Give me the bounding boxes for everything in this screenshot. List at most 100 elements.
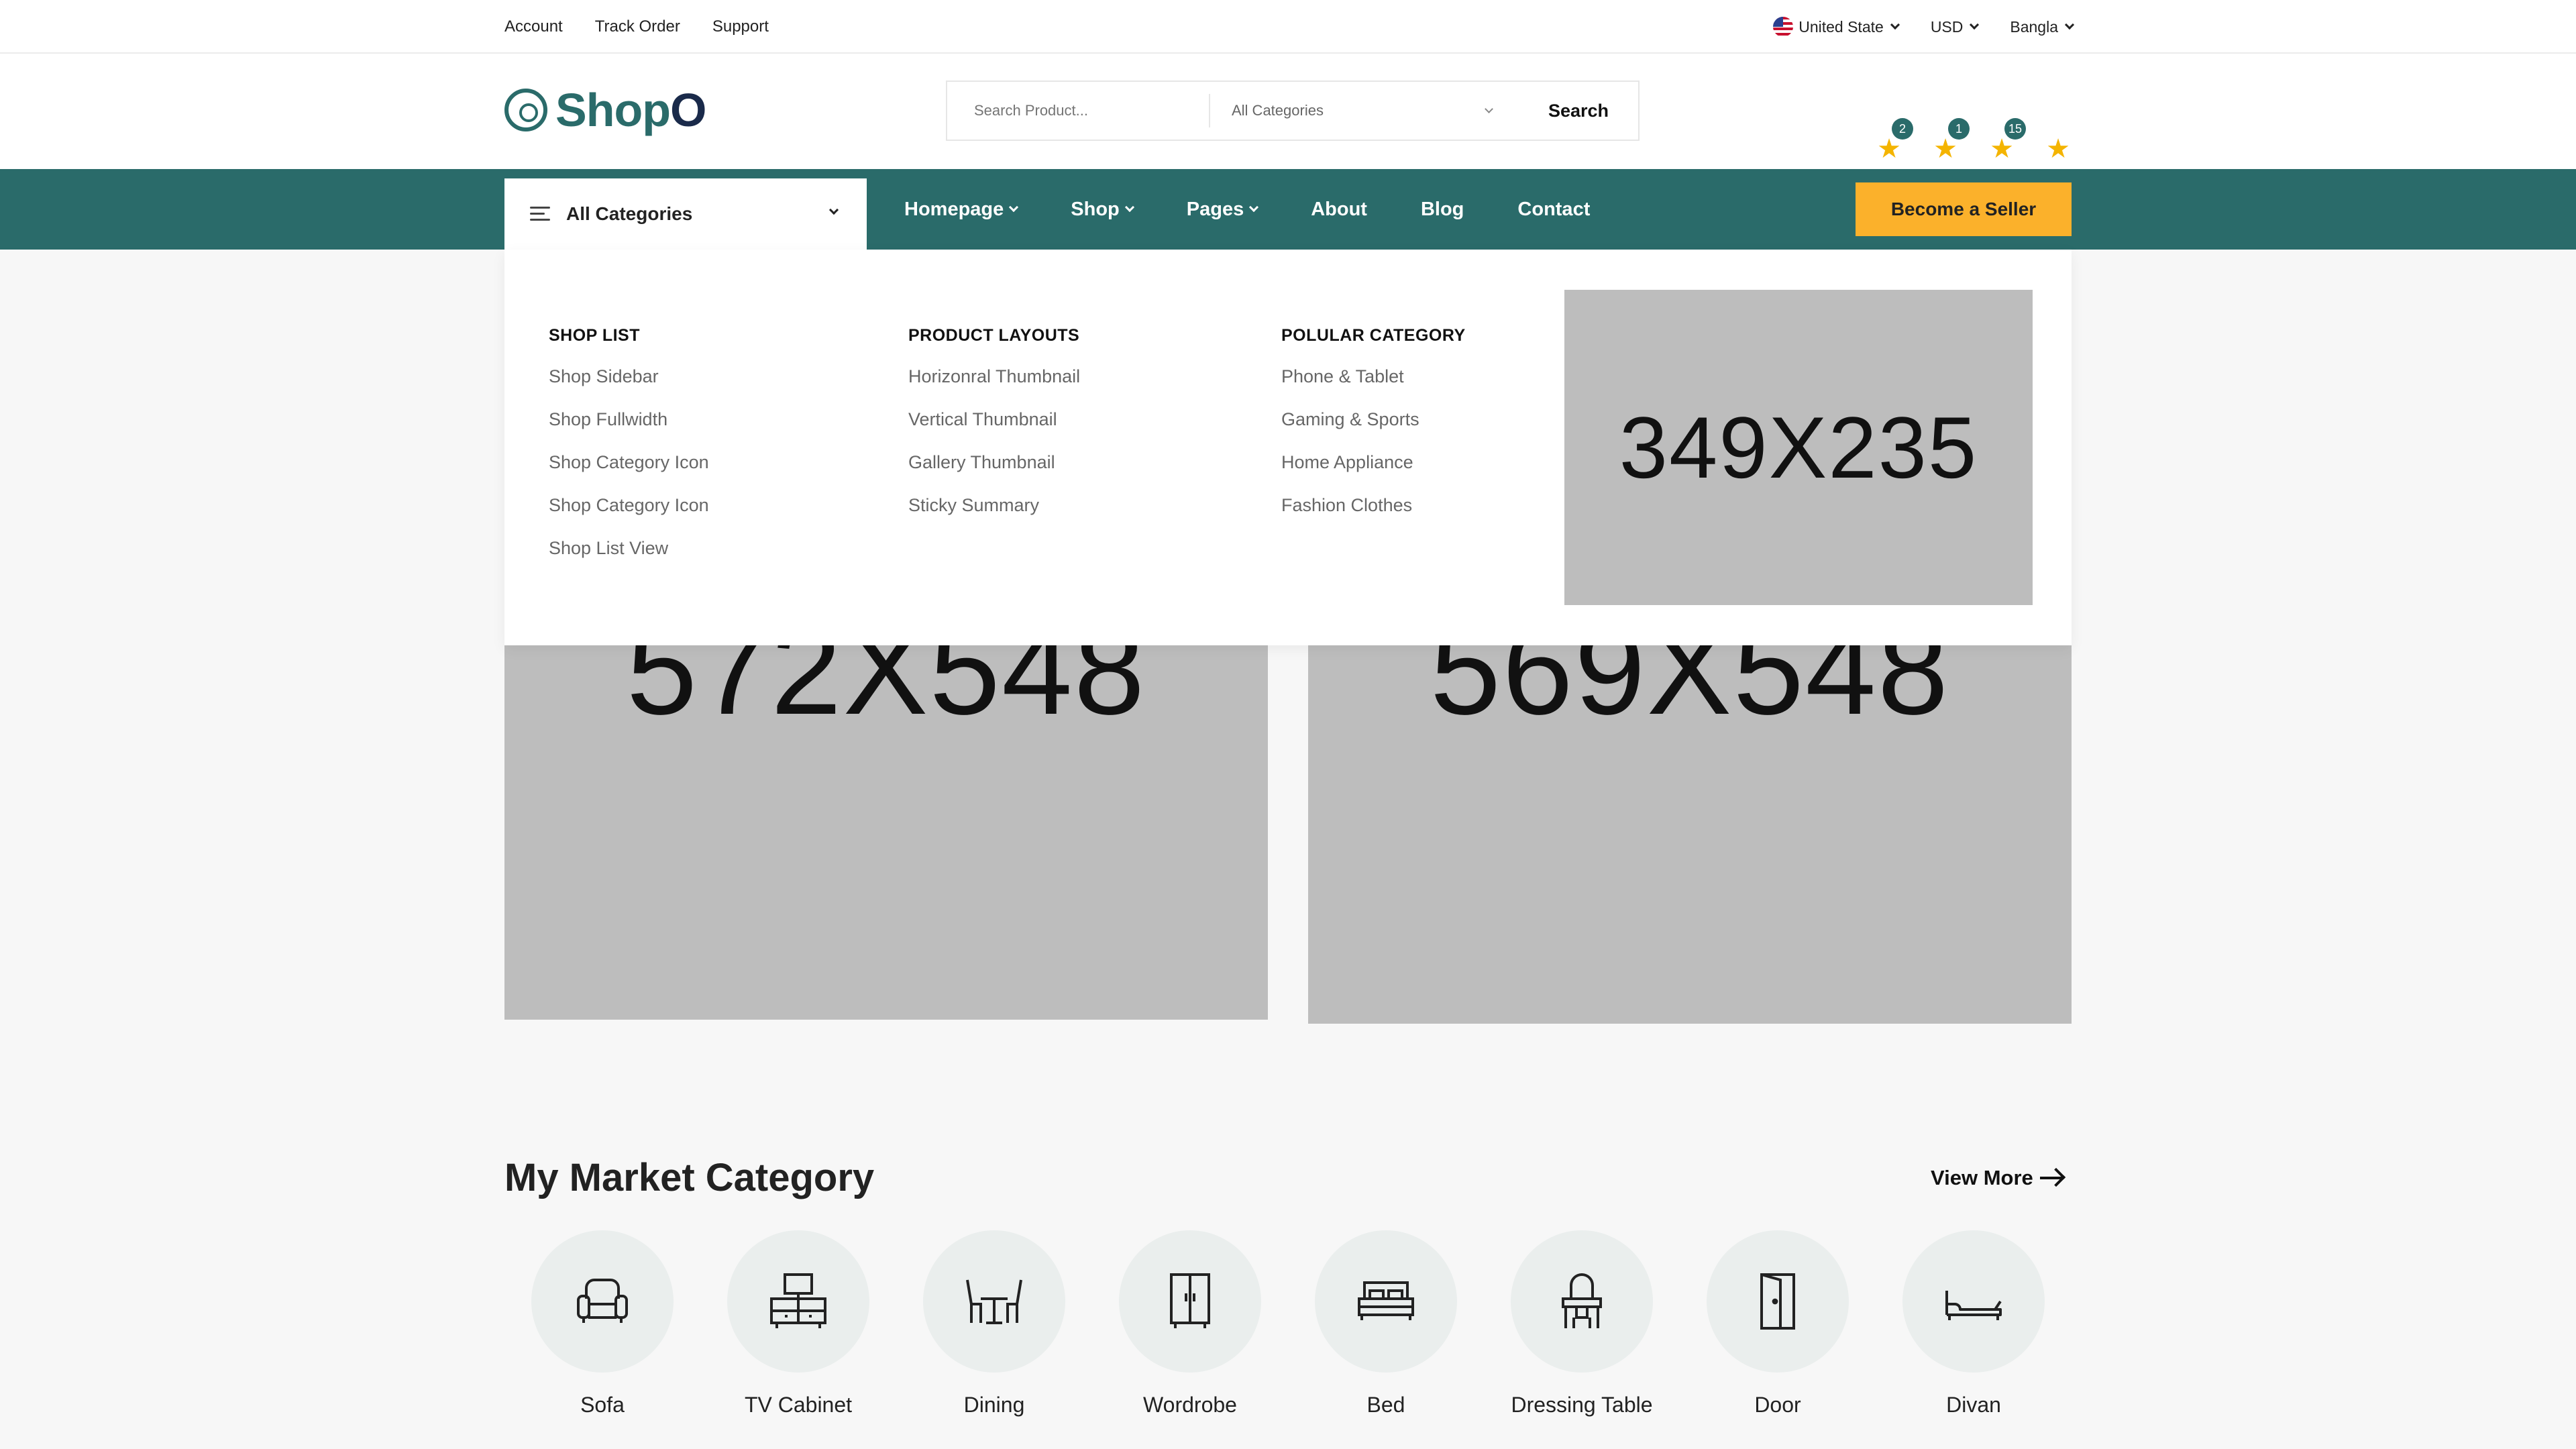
header-icons: ★ 2 ★ 1 ★ 15 ★: [1876, 118, 2072, 162]
chevron-down-icon: [2064, 19, 2075, 30]
category-name: Wordrobe: [1143, 1393, 1237, 1417]
menu-link[interactable]: Shop Category Icon: [549, 451, 709, 494]
menu-link[interactable]: Gallery Thumbnail: [908, 451, 1080, 494]
nav-item-label: Contact: [1517, 198, 1591, 220]
become-seller-button[interactable]: Become a Seller: [1856, 182, 2072, 236]
search-input[interactable]: [947, 94, 1209, 127]
country-select[interactable]: United State: [1773, 17, 1900, 37]
category-item[interactable]: TV Cabinet: [718, 1230, 879, 1417]
top-bar: Account Track Order Support United State…: [0, 0, 2576, 54]
nav-item-shop[interactable]: Shop: [1071, 198, 1134, 221]
category-item[interactable]: Dining: [914, 1230, 1075, 1417]
chevron-down-icon: [1249, 202, 1259, 213]
top-links: Account Track Order Support: [504, 0, 769, 54]
main-nav: All Categories Homepage Shop Pages About…: [0, 169, 2576, 250]
search-button[interactable]: Search: [1519, 101, 1638, 121]
wardrobe-icon: [1170, 1273, 1210, 1328]
all-categories-label: All Categories: [566, 203, 693, 224]
arrow-right-icon: [2039, 1177, 2063, 1179]
sofa-icon: [577, 1279, 628, 1323]
chevron-down-icon: [1890, 19, 1900, 30]
menu-link[interactable]: Phone & Tablet: [1281, 366, 1466, 409]
tv-cabinet-icon: [770, 1273, 826, 1328]
nav-item-label: Blog: [1420, 198, 1464, 220]
view-more-label: View More: [1931, 1166, 2033, 1189]
column-title: PRODUCT LAYOUTS: [908, 326, 1080, 345]
logo-text: Shop: [555, 84, 671, 136]
menu-link[interactable]: Horizonral Thumbnail: [908, 366, 1080, 409]
nav-item-blog[interactable]: Blog: [1421, 199, 1464, 221]
view-more-link[interactable]: View More: [1931, 1166, 2063, 1190]
logo-mark-icon: [504, 89, 547, 131]
all-categories-button[interactable]: All Categories: [504, 178, 867, 250]
nav-item-homepage[interactable]: Homepage: [904, 198, 1019, 221]
locale-selectors: United State USD Bangla: [1773, 0, 2075, 54]
chevron-down-icon: [828, 205, 839, 215]
category-circle: [923, 1230, 1065, 1373]
category-name: Bed: [1366, 1393, 1405, 1417]
category-name: Sofa: [580, 1393, 625, 1417]
category-circle: [1119, 1230, 1261, 1373]
language-select[interactable]: Bangla: [2010, 17, 2075, 36]
chevron-down-icon: [1009, 202, 1019, 213]
menu-link[interactable]: Home Appliance: [1281, 451, 1466, 494]
support-link[interactable]: Support: [712, 17, 769, 36]
mega-menu-banner[interactable]: 349X235: [1564, 290, 2033, 605]
menu-link[interactable]: Shop Fullwidth: [549, 409, 709, 451]
column-title: POLULAR CATEGORY: [1281, 326, 1466, 345]
dining-icon: [966, 1279, 1022, 1324]
star-icon[interactable]: ★ 15: [1988, 118, 2026, 162]
nav-item-contact[interactable]: Contact: [1517, 199, 1590, 221]
nav-item-label: About: [1311, 198, 1367, 220]
menu-link[interactable]: Shop List View: [549, 537, 709, 580]
search-category-select[interactable]: All Categories: [1210, 102, 1519, 119]
category-circle: [1707, 1230, 1849, 1373]
menu-link[interactable]: Gaming & Sports: [1281, 409, 1466, 451]
section-title: My Market Category: [504, 1156, 875, 1199]
menu-link[interactable]: Sticky Summary: [908, 494, 1080, 537]
category-name: TV Cabinet: [744, 1393, 853, 1417]
category-item[interactable]: Sofa: [522, 1230, 683, 1417]
search-bar: All Categories Search: [946, 80, 1640, 141]
category-item[interactable]: Divan: [1893, 1230, 2054, 1417]
door-icon: [1760, 1273, 1795, 1330]
column-title: SHOP LIST: [549, 326, 641, 345]
us-flag-icon: [1773, 17, 1794, 37]
nav-item-pages[interactable]: Pages: [1187, 199, 1259, 221]
mega-menu: SHOP LIST Shop Sidebar Shop Fullwidth Sh…: [504, 250, 2072, 645]
currency-select[interactable]: USD: [1931, 18, 1980, 36]
dressing-table-icon: [1562, 1273, 1602, 1328]
nav-menu: Homepage Shop Pages About Blog Contact: [904, 169, 1590, 250]
count-badge: 2: [1892, 118, 1913, 140]
track-order-link[interactable]: Track Order: [595, 17, 680, 36]
chevron-down-icon: [1970, 19, 1980, 30]
category-circle: [727, 1230, 869, 1373]
category-item[interactable]: Door: [1697, 1230, 1858, 1417]
menu-link[interactable]: Shop Sidebar: [549, 366, 709, 409]
nav-item-label: Shop: [1071, 198, 1120, 220]
star-icon[interactable]: ★ 2: [1876, 118, 1913, 162]
bed-icon: [1358, 1281, 1414, 1320]
logo[interactable]: ShopO: [504, 83, 706, 137]
divan-icon: [1945, 1291, 2002, 1320]
menu-link[interactable]: Fashion Clothes: [1281, 494, 1466, 537]
star-icon[interactable]: ★ 1: [1932, 118, 1970, 162]
category-item[interactable]: Bed: [1305, 1230, 1466, 1417]
category-circle: [1315, 1230, 1457, 1373]
nav-item-about[interactable]: About: [1311, 199, 1367, 221]
category-item[interactable]: Wordrobe: [1110, 1230, 1271, 1417]
language-label: Bangla: [2010, 17, 2058, 36]
count-badge: 15: [2004, 118, 2026, 140]
country-label: United State: [1799, 17, 1884, 36]
category-item[interactable]: Dressing Table: [1501, 1230, 1662, 1417]
star-icon[interactable]: ★: [2045, 136, 2072, 162]
search-category-label: All Categories: [1232, 102, 1324, 119]
category-circle: [1511, 1230, 1653, 1373]
mega-column-shop-list: SHOP LIST Shop Sidebar Shop Fullwidth Sh…: [549, 326, 709, 580]
menu-link[interactable]: Vertical Thumbnail: [908, 409, 1080, 451]
category-name: Divan: [1946, 1393, 2001, 1417]
nav-item-label: Homepage: [904, 198, 1004, 220]
category-name: Dressing Table: [1511, 1393, 1653, 1417]
menu-link[interactable]: Shop Category Icon: [549, 494, 709, 537]
account-link[interactable]: Account: [504, 17, 563, 36]
